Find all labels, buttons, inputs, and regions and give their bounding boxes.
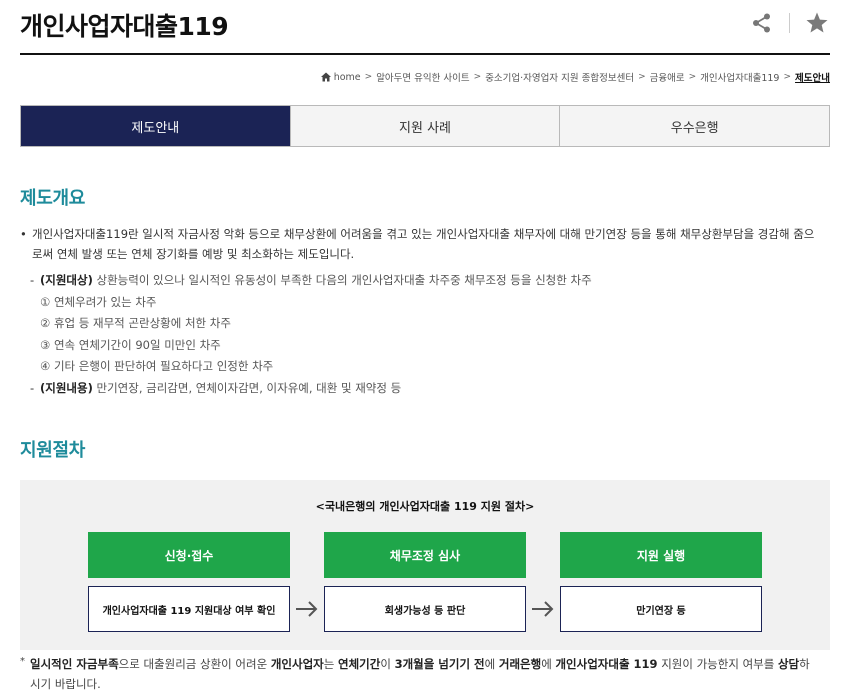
note-mark: * [20,656,25,667]
note-segment: 개인사업자대출 119 [555,657,658,671]
target-label: (지원대상) [40,273,93,287]
header-divider [789,13,790,33]
target-list: - (지원대상) 상환능력이 있으나 일시적인 유동성이 부족한 다음의 개인사업… [30,270,592,399]
star-icon[interactable] [804,10,830,36]
tab-system-guide[interactable]: 제도안내 [21,106,290,146]
procedure-box-title: <국내은행의 개인사업자대출 119 지원 절차> [315,500,535,513]
target-item: ④ 기타 은행이 판단하여 필요하다고 인정한 차주 [40,359,274,373]
title-divider [20,53,830,55]
note-segment: 에 [541,657,556,671]
step-body-apply: 개인사업자대출 119 지원대상 여부 확인 [88,586,290,632]
tab-bar: 제도안내 지원 사례 우수은행 [20,105,830,147]
overview-text: 개인사업자대출119란 일시적 자금사정 악화 등으로 채무상환에 어려움을 겪… [32,227,815,261]
note-segment: 일시적인 자금부족 [30,657,119,671]
step-head-execute: 지원 실행 [560,532,762,578]
arrow-right-icon [532,601,554,617]
target-item: ③ 연속 연체기간이 90일 미만인 차주 [40,337,221,352]
step-head-apply: 신청·접수 [88,532,290,578]
note-segment: 개인사업자 [270,657,324,671]
share-icon[interactable] [749,10,775,36]
bullet-mark: • [20,227,27,241]
dash-mark: - [30,273,35,287]
note-segment: 지원이 가능한지 여부를 [657,657,778,671]
tab-excellent-banks[interactable]: 우수은행 [559,106,830,146]
note-segment: 거래은행 [498,657,542,671]
content-row: - (지원내용) 만기연장, 금리감면, 연체이자감면, 이자유예, 대환 및 재… [30,378,592,400]
note-text: 일시적인 자금부족으로 대출원리금 상환이 어려운 개인사업자는 연체기간이 3… [20,654,820,694]
breadcrumb-separator: > [783,72,792,82]
step-head-review: 채무조정 심사 [324,532,526,578]
target-item: ① 연체우려가 있는 차주 [40,294,157,309]
breadcrumb-current[interactable]: 제도안내 [795,70,830,84]
dash-mark: - [30,380,35,395]
breadcrumb: home > 알아두면 유익한 사이트 > 중소기업·자영업자 지원 종합정보센… [320,70,830,84]
arrow-right-icon [296,601,318,617]
target-text: 상환능력이 있으나 일시적인 유동성이 부족한 다음의 개인사업자대출 차주중 … [92,273,592,287]
breadcrumb-separator: > [364,72,373,82]
content-text: 만기연장, 금리감면, 연체이자감면, 이자유예, 대환 및 재약정 등 [92,380,402,395]
overview-description: • 개인사업자대출119란 일시적 자금사정 악화 등으로 채무상환에 어려움을… [20,224,820,264]
breadcrumb-finance[interactable]: 금융애로 [650,70,685,84]
breadcrumb-home[interactable]: home [334,72,361,83]
breadcrumb-loan119[interactable]: 개인사업자대출119 [700,70,779,84]
note-segment: 연체기간 [337,657,381,671]
step-body-execute: 만기연장 등 [560,586,762,632]
breadcrumb-info-center[interactable]: 중소기업·자영업자 지원 종합정보센터 [485,70,634,84]
note-segment: 에 [484,657,499,671]
note-segment: 으로 대출원리금 상환이 어려운 [118,657,271,671]
content-label: (지원내용) [40,380,93,395]
note-segment: 상담 [777,657,800,671]
target-item: ② 휴업 등 재무적 곤란상황에 처한 차주 [40,316,231,330]
note-segment: 는 [323,657,338,671]
step-body-review: 회생가능성 등 판단 [324,586,526,632]
note-segment: 이 [380,657,395,671]
home-icon [320,72,331,82]
note-segment: 3개월을 넘기기 전 [394,657,485,671]
tab-support-cases[interactable]: 지원 사례 [289,106,560,146]
section-title-overview: 제도개요 [20,188,86,209]
breadcrumb-separator: > [638,72,646,82]
header-actions [749,10,830,36]
target-row: - (지원대상) 상환능력이 있으나 일시적인 유동성이 부족한 다음의 개인사업… [30,270,592,292]
procedure-box: <국내은행의 개인사업자대출 119 지원 절차> 신청·접수 채무조정 심사 … [20,480,830,650]
section-title-procedure: 지원절차 [20,440,86,461]
procedure-note: * 일시적인 자금부족으로 대출원리금 상환이 어려운 개인사업자는 연체기간이… [20,654,820,694]
breadcrumb-separator: > [688,72,697,82]
breadcrumb-separator: > [473,72,482,82]
breadcrumb-useful-sites[interactable]: 알아두면 유익한 사이트 [376,70,469,84]
page-title: 개인사업자대출119 [20,12,229,41]
